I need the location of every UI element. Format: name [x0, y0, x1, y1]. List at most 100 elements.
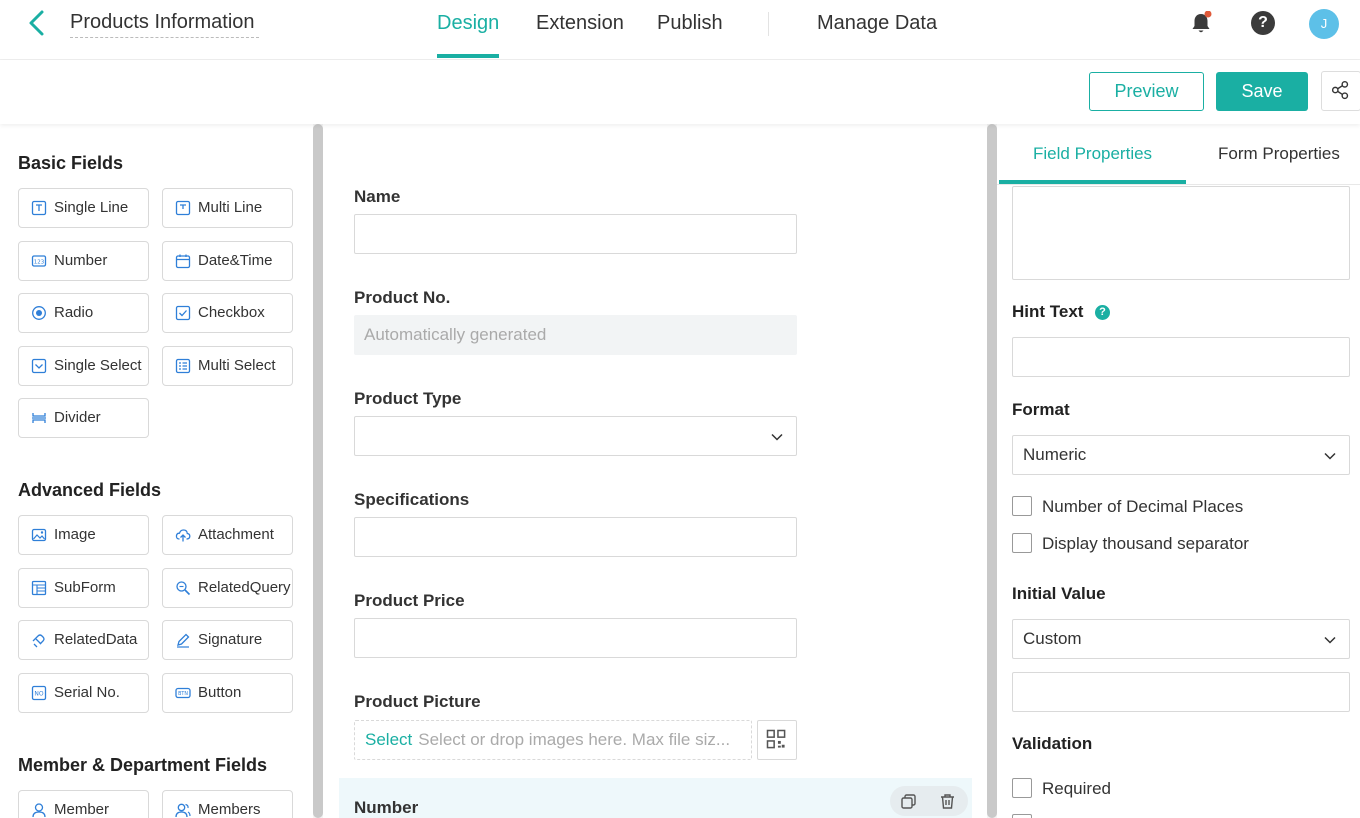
chevron-down-icon [771, 433, 783, 441]
thousand-separator-label[interactable]: Display thousand separator [1042, 534, 1249, 554]
field-type-member[interactable]: Member [18, 790, 149, 818]
multi-line-icon [175, 200, 191, 216]
product-type-select[interactable] [354, 416, 797, 456]
thousand-separator-checkbox[interactable] [1012, 533, 1032, 553]
upload-select-link[interactable]: Select [365, 730, 412, 749]
image-upload-dropzone[interactable]: Select Select or drop images here. Max fi… [354, 720, 752, 760]
field-type-signature[interactable]: Signature [162, 620, 293, 661]
field-label-product-price: Product Price [354, 591, 465, 610]
hint-help-icon[interactable]: ? [1095, 305, 1110, 320]
selected-field-block[interactable]: Number [339, 778, 972, 818]
help-icon[interactable]: ? [1251, 11, 1275, 35]
field-label-product-picture: Product Picture [354, 692, 481, 711]
field-type-image[interactable]: Image [18, 515, 149, 555]
required-label[interactable]: Required [1042, 779, 1111, 799]
palette-scrollbar[interactable] [313, 124, 323, 818]
field-type-label: Multi Line [198, 199, 263, 216]
users-icon [175, 803, 191, 818]
field-type-label: Multi Select [198, 356, 276, 374]
save-button[interactable]: Save [1216, 72, 1308, 111]
decimal-places-label[interactable]: Number of Decimal Places [1042, 497, 1243, 517]
initial-value-mode-value: Custom [1023, 629, 1082, 648]
trash-icon[interactable] [939, 793, 956, 810]
checkbox-icon [175, 306, 191, 321]
field-type-attachment[interactable]: Attachment [162, 515, 293, 555]
initial-value-input[interactable] [1012, 672, 1350, 712]
tab-design[interactable]: Design [437, 12, 499, 35]
tab-manage-data[interactable]: Manage Data [817, 12, 937, 35]
svg-text:BTN: BTN [178, 691, 188, 697]
field-type-relatedquery[interactable]: RelatedQuery [162, 567, 293, 608]
upload-placeholder: Select or drop images here. Max file siz… [418, 730, 731, 749]
basic-fields-title: Basic Fields [18, 153, 124, 173]
chevron-down-icon [1324, 452, 1336, 460]
decimal-places-checkbox[interactable] [1012, 496, 1032, 516]
svg-text:123: 123 [34, 259, 45, 265]
field-type-label: RelatedData [54, 631, 138, 649]
top-bar: Products Information Design Extension Pu… [0, 0, 1360, 60]
tab-field-properties[interactable]: Field Properties [1033, 144, 1152, 164]
format-select[interactable]: Numeric [1012, 435, 1350, 475]
field-type-single-select[interactable]: Single Select [18, 345, 149, 386]
validation-label: Validation [1012, 734, 1093, 753]
field-type-checkbox[interactable]: Checkbox [162, 293, 293, 334]
app-title[interactable]: Products Information [70, 11, 259, 38]
field-type-multi-select[interactable]: Multi Select [162, 345, 293, 386]
qr-code-icon [766, 729, 786, 749]
chevron-down-icon [1324, 636, 1336, 644]
notification-bell-icon[interactable] [1190, 11, 1212, 35]
active-tab-indicator [437, 54, 499, 58]
canvas-scrollbar-thumb[interactable] [987, 124, 997, 818]
field-type-relateddata[interactable]: RelatedData [18, 620, 149, 661]
single-line-icon [31, 200, 47, 216]
tab-extension[interactable]: Extension [536, 12, 624, 35]
field-type-multi-line[interactable]: Multi Line [162, 188, 293, 228]
field-label-product-type: Product Type [354, 389, 462, 408]
button-icon: BTN [175, 687, 191, 698]
field-type-label: Members [198, 801, 261, 818]
field-type-label: Single Select [54, 356, 142, 374]
field-type-date-time[interactable]: Date&Time [162, 240, 293, 281]
hint-text-input[interactable] [1012, 337, 1350, 377]
field-type-label: Divider [54, 409, 101, 427]
field-type-members[interactable]: Members [162, 790, 293, 818]
validation-checkbox-2[interactable] [1012, 814, 1032, 818]
required-checkbox[interactable] [1012, 778, 1032, 798]
canvas-scrollbar[interactable] [987, 124, 997, 818]
field-type-label: Date&Time [198, 251, 273, 269]
field-type-button[interactable]: BTN Button [162, 672, 293, 713]
field-type-label: Image [54, 526, 96, 543]
tab-form-properties[interactable]: Form Properties [1218, 144, 1340, 164]
palette-scrollbar-thumb[interactable] [313, 124, 323, 818]
qr-upload-button[interactable] [757, 720, 797, 760]
initial-value-mode-select[interactable]: Custom [1012, 619, 1350, 659]
field-type-divider[interactable]: Divider [18, 398, 149, 439]
field-type-subform[interactable]: SubForm [18, 567, 149, 608]
format-label: Format [1012, 400, 1070, 419]
field-label-product-no: Product No. [354, 288, 451, 307]
divider-icon [32, 413, 46, 424]
upload-cloud-icon [175, 529, 191, 542]
specifications-input[interactable] [354, 517, 797, 557]
radio-icon [32, 306, 46, 321]
field-type-label: Single Line [54, 199, 129, 216]
field-type-number[interactable]: 123 Number [18, 240, 149, 281]
field-type-single-line[interactable]: Single Line [18, 188, 149, 228]
pen-icon [177, 633, 190, 648]
hint-text-label: Hint Text [1012, 302, 1084, 321]
field-type-radio[interactable]: Radio [18, 293, 149, 334]
name-input[interactable] [354, 214, 797, 254]
field-type-label: Number [54, 251, 108, 269]
preview-button[interactable]: Preview [1089, 72, 1204, 111]
copy-icon[interactable] [900, 793, 917, 810]
avatar[interactable]: J [1309, 9, 1339, 39]
multi-select-icon [175, 358, 191, 373]
serial-no-icon: NO [31, 685, 47, 700]
tab-publish[interactable]: Publish [657, 12, 723, 35]
product-price-input[interactable] [354, 618, 797, 658]
field-type-serial-no[interactable]: NO Serial No. [18, 672, 149, 713]
field-type-label: Button [198, 683, 242, 701]
field-description-textarea[interactable] [1012, 186, 1350, 280]
back-arrow-icon[interactable] [24, 8, 50, 38]
share-button[interactable] [1321, 71, 1360, 111]
